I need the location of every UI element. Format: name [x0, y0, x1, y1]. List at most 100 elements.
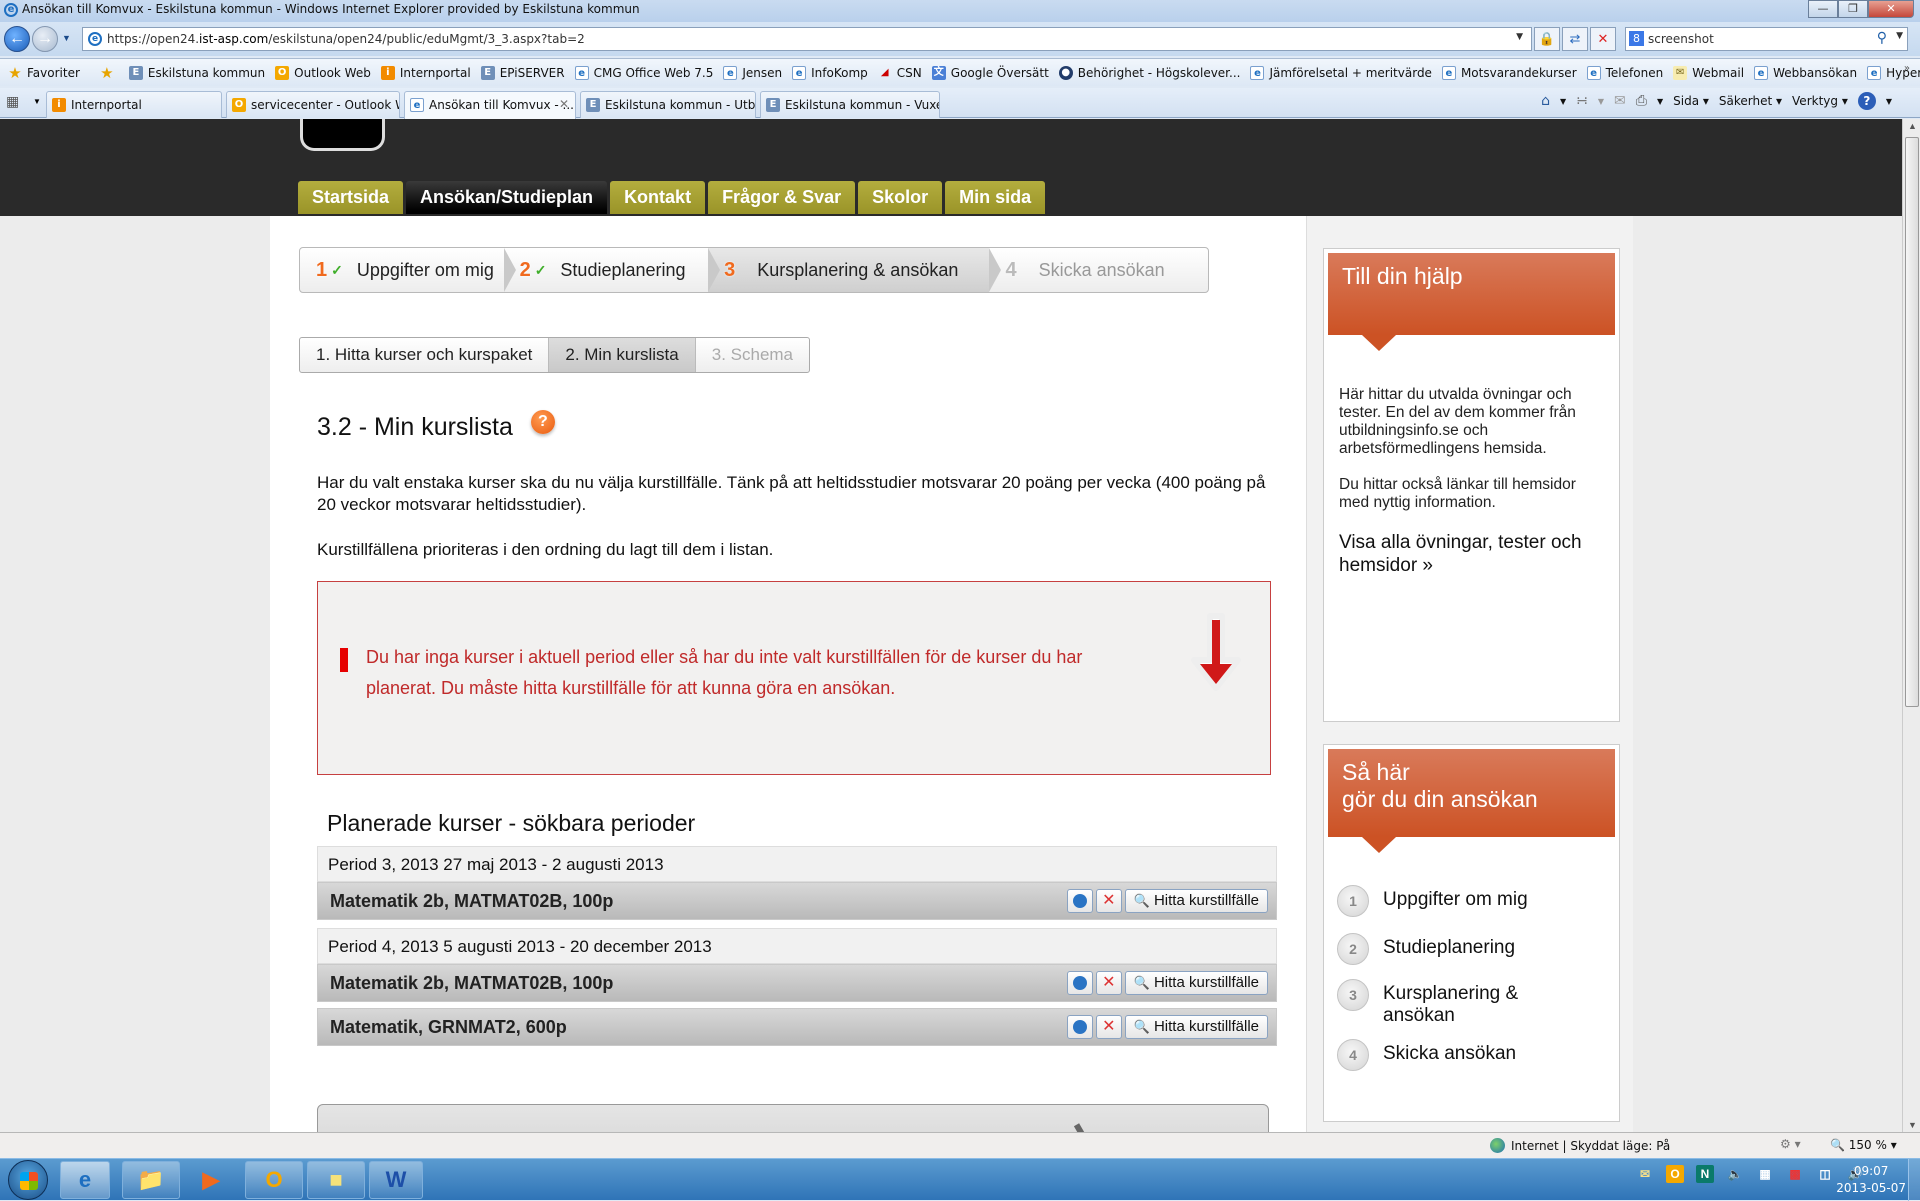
nav-tab-5[interactable]: Min sida: [945, 181, 1046, 214]
maximize-button[interactable]: ❐: [1838, 0, 1868, 18]
favorite-link-5[interactable]: e Jensen: [723, 65, 782, 80]
browser-tab-3[interactable]: EEskilstuna kommun - Utbil...: [580, 91, 756, 118]
taskbar-explorer-icon[interactable]: 📁: [122, 1161, 180, 1199]
start-button[interactable]: [8, 1160, 48, 1200]
favorite-link-9[interactable]: ● Behörighet - Högskolever...: [1058, 65, 1240, 80]
eskilstuna-logo[interactable]: [300, 119, 385, 151]
howto-step-3[interactable]: 3 Kursplanering & ansökan: [1337, 979, 1533, 1027]
scrollbar-thumb[interactable]: [1905, 137, 1919, 707]
browser-tab-4[interactable]: E Eskilstuna kommun - Vuxe...: [760, 91, 940, 118]
feeds-icon[interactable]: ∺: [1576, 93, 1588, 109]
close-tab-icon[interactable]: ✕: [559, 97, 569, 111]
search-dropdown-icon[interactable]: ▼: [1896, 31, 1903, 41]
stop-icon[interactable]: ✕: [1590, 27, 1616, 51]
info-button[interactable]: [1066, 1015, 1093, 1039]
home-icon[interactable]: ⌂: [1541, 93, 1550, 109]
remove-button[interactable]: ✕: [1095, 889, 1122, 913]
lock-icon[interactable]: 🔒: [1534, 27, 1560, 51]
address-dropdown-icon[interactable]: ▼: [1516, 32, 1523, 42]
nav-tab-2[interactable]: Kontakt: [610, 181, 706, 214]
close-window-button[interactable]: ✕: [1868, 0, 1914, 18]
help-dropdown-icon[interactable]: ▼: [1886, 97, 1892, 106]
find-course-instance-button[interactable]: 🔍 Hitta kurstillfälle: [1124, 971, 1268, 995]
favorite-link-10[interactable]: e Jämförelsetal + meritvärde: [1250, 65, 1432, 80]
browser-tab-1[interactable]: Oservicecenter - Outlook W...: [226, 91, 400, 118]
favorite-link-3[interactable]: E EPiSERVER: [480, 65, 565, 80]
search-icon[interactable]: ⚲: [1877, 30, 1887, 46]
howto-step-1[interactable]: 1 Uppgifter om mig: [1337, 885, 1528, 917]
howto-step-4[interactable]: 4 Skicka ansökan: [1337, 1039, 1516, 1071]
favorite-link-8[interactable]: 文 Google Översätt: [931, 65, 1049, 80]
vertical-scrollbar[interactable]: ▲ ▼: [1902, 119, 1920, 1132]
favorites-button[interactable]: ★ Favoriter: [8, 65, 80, 80]
info-button[interactable]: [1066, 889, 1093, 913]
page-menu[interactable]: Sida ▾: [1673, 94, 1709, 108]
favorite-link-0[interactable]: E Eskilstuna kommun: [128, 65, 265, 80]
overflow-chevron-icon[interactable]: »: [1904, 63, 1910, 74]
feeds-dropdown-icon[interactable]: ▼: [1598, 97, 1604, 106]
help-icon[interactable]: ?: [1857, 92, 1876, 110]
favorite-link-4[interactable]: e CMG Office Web 7.5: [574, 65, 713, 80]
refresh-icon[interactable]: ⇄: [1562, 27, 1588, 51]
security-zone[interactable]: Internet | Skyddat läge: På: [1490, 1138, 1670, 1153]
n-tray-icon[interactable]: N: [1696, 1165, 1714, 1183]
speaker-alert-icon[interactable]: 🔈: [1726, 1165, 1744, 1183]
print-dropdown-icon[interactable]: ▼: [1657, 97, 1663, 106]
home-dropdown-icon[interactable]: ▼: [1560, 97, 1566, 106]
history-dropdown-icon[interactable]: ▼: [62, 33, 71, 43]
back-button[interactable]: ←: [4, 26, 30, 52]
search-input[interactable]: screenshot: [1648, 32, 1714, 46]
scroll-up-icon[interactable]: ▲: [1908, 121, 1917, 131]
nav-tab-0[interactable]: Startsida: [298, 181, 404, 214]
info-button[interactable]: [1066, 971, 1093, 995]
help-question-icon[interactable]: ?: [530, 409, 555, 434]
tab-list-dropdown-icon[interactable]: ▼: [33, 97, 41, 106]
forward-button[interactable]: →: [32, 26, 58, 52]
taskbar-media-player-icon[interactable]: ▶: [182, 1161, 240, 1199]
show-all-exercises-link[interactable]: Visa alla övningar, tester och hemsidor …: [1339, 531, 1605, 577]
step-1[interactable]: 1 ✓ Uppgifter om mig: [300, 248, 516, 292]
favorite-link-7[interactable]: ◢ CSN: [878, 66, 922, 80]
clock[interactable]: 09:07 2013-05-07: [1836, 1163, 1906, 1197]
favorite-link-6[interactable]: e InfoKomp: [792, 65, 868, 80]
remove-button[interactable]: ✕: [1095, 971, 1122, 995]
favorite-link-11[interactable]: e Motsvarandekurser: [1441, 65, 1577, 80]
tools-menu[interactable]: Verktyg ▾: [1792, 94, 1848, 108]
find-course-instance-button[interactable]: 🔍 Hitta kurstillfälle: [1124, 889, 1268, 913]
step-3[interactable]: 3 Kursplanering & ansökan: [708, 248, 1002, 292]
remove-button[interactable]: ✕: [1095, 1015, 1122, 1039]
zoom-level[interactable]: 🔍 150 % ▾: [1830, 1138, 1897, 1152]
network-monitor-icon[interactable]: ▦: [1756, 1165, 1774, 1183]
show-desktop-button[interactable]: [1908, 1159, 1920, 1201]
print-icon[interactable]: ⎙: [1636, 93, 1647, 109]
favorite-link-15[interactable]: eHypernet adm: [1867, 65, 1920, 80]
network-icon[interactable]: ◫: [1816, 1165, 1834, 1183]
howto-step-2[interactable]: 2 Studieplanering: [1337, 933, 1515, 965]
nav-tab-1[interactable]: Ansökan/Studieplan: [406, 181, 608, 214]
outlook-tray-icon[interactable]: O: [1666, 1165, 1684, 1183]
browser-tab-0[interactable]: i Internportal: [46, 91, 222, 118]
favorite-link-12[interactable]: e Telefonen: [1586, 65, 1663, 80]
step-2[interactable]: 2 ✓ Studieplanering: [504, 248, 721, 292]
favorite-link-2[interactable]: i Internportal: [380, 65, 471, 80]
favorite-link-13[interactable]: ✉ Webmail: [1673, 65, 1744, 80]
quick-tabs-icon[interactable]: ▦: [6, 93, 26, 113]
protected-mode-icon[interactable]: ⚙ ▾: [1780, 1137, 1801, 1151]
nav-tab-3[interactable]: Frågor & Svar: [708, 181, 856, 214]
address-bar[interactable]: e https://open24.ist-asp.com/eskilstuna/…: [82, 27, 1532, 51]
mail-tray-icon[interactable]: ✉: [1636, 1165, 1654, 1183]
minimize-button[interactable]: —: [1808, 0, 1838, 18]
favorite-link-14[interactable]: e Webbansökan: [1754, 65, 1857, 80]
nav-tab-4[interactable]: Skolor: [858, 181, 943, 214]
subtab-2[interactable]: 2. Min kurslista: [549, 338, 696, 372]
subtab-1[interactable]: 1. Hitta kurser och kurspaket: [300, 338, 550, 372]
step-4[interactable]: 4 Skicka ansökan: [989, 248, 1208, 292]
read-mail-icon[interactable]: ✉: [1614, 93, 1626, 109]
scroll-down-icon[interactable]: ▼: [1908, 1120, 1917, 1130]
taskbar-ie-icon[interactable]: e: [60, 1161, 110, 1199]
safety-menu[interactable]: Säkerhet ▾: [1719, 94, 1782, 108]
taskbar-outlook-icon[interactable]: O: [245, 1161, 303, 1199]
find-course-instance-button[interactable]: 🔍 Hitta kurstillfälle: [1124, 1015, 1268, 1039]
browser-tab-2[interactable]: e Ansökan till Komvux - ... ✕: [404, 91, 576, 119]
taskbar-word-icon[interactable]: W: [369, 1161, 423, 1199]
